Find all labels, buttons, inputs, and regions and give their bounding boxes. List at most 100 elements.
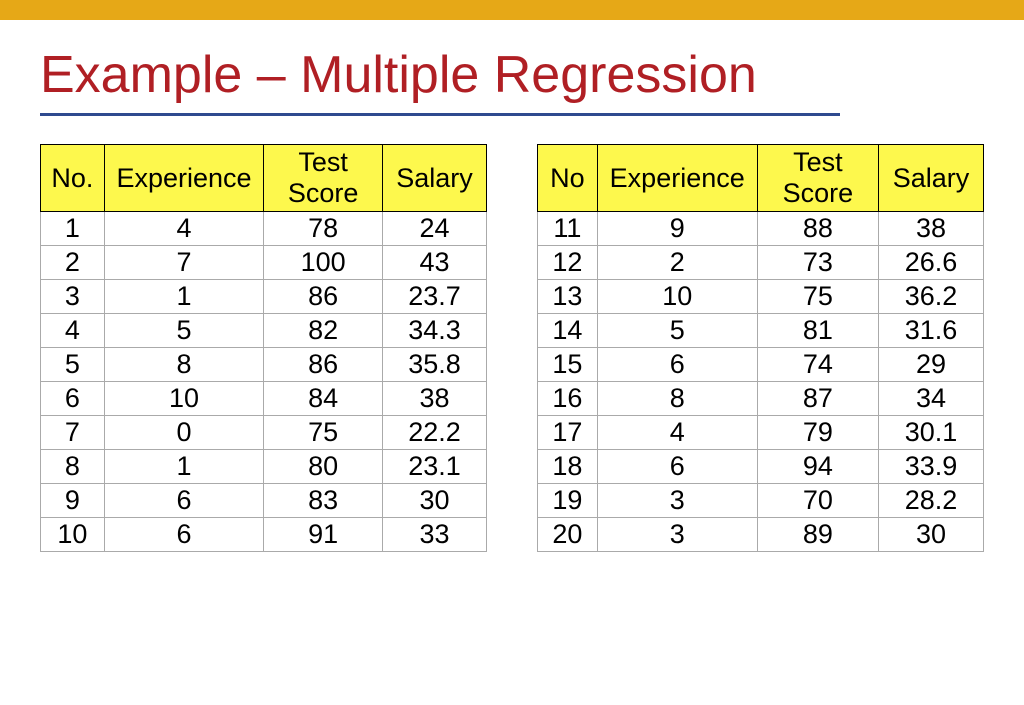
cell-salary: 38 bbox=[879, 212, 984, 246]
cell-salary: 23.1 bbox=[382, 450, 486, 484]
cell-salary: 34 bbox=[879, 382, 984, 416]
cell-experience: 0 bbox=[104, 416, 263, 450]
header-no: No. bbox=[41, 145, 105, 212]
cell-experience: 3 bbox=[597, 484, 757, 518]
cell-test-score: 78 bbox=[264, 212, 383, 246]
cell-no: 12 bbox=[538, 246, 598, 280]
cell-experience: 5 bbox=[104, 314, 263, 348]
table-row: 1688734 bbox=[538, 382, 984, 416]
table-row: 818023.1 bbox=[41, 450, 487, 484]
cell-experience: 6 bbox=[597, 348, 757, 382]
table-row: 1227326.6 bbox=[538, 246, 984, 280]
cell-salary: 31.6 bbox=[879, 314, 984, 348]
cell-no: 2 bbox=[41, 246, 105, 280]
cell-test-score: 80 bbox=[264, 450, 383, 484]
cell-salary: 29 bbox=[879, 348, 984, 382]
table-row: 1937028.2 bbox=[538, 484, 984, 518]
cell-no: 13 bbox=[538, 280, 598, 314]
cell-no: 5 bbox=[41, 348, 105, 382]
cell-test-score: 83 bbox=[264, 484, 383, 518]
cell-experience: 8 bbox=[104, 348, 263, 382]
table-row: 1198838 bbox=[538, 212, 984, 246]
title-underline bbox=[40, 113, 840, 116]
cell-salary: 38 bbox=[382, 382, 486, 416]
header-experience: Experience bbox=[104, 145, 263, 212]
cell-test-score: 74 bbox=[757, 348, 878, 382]
table-body-right: 11988381227326.613107536.21458131.615674… bbox=[538, 212, 984, 552]
cell-salary: 35.8 bbox=[382, 348, 486, 382]
cell-test-score: 87 bbox=[757, 382, 878, 416]
table-row: 707522.2 bbox=[41, 416, 487, 450]
cell-test-score: 94 bbox=[757, 450, 878, 484]
table-row: 1567429 bbox=[538, 348, 984, 382]
table-body-left: 1478242710043318623.7458234.3588635.8610… bbox=[41, 212, 487, 552]
cell-experience: 6 bbox=[104, 484, 263, 518]
cell-no: 8 bbox=[41, 450, 105, 484]
cell-no: 15 bbox=[538, 348, 598, 382]
table-row: 458234.3 bbox=[41, 314, 487, 348]
table-row: 2038930 bbox=[538, 518, 984, 552]
cell-salary: 28.2 bbox=[879, 484, 984, 518]
cell-salary: 30 bbox=[382, 484, 486, 518]
table-row: 147824 bbox=[41, 212, 487, 246]
cell-test-score: 81 bbox=[757, 314, 878, 348]
cell-salary: 23.7 bbox=[382, 280, 486, 314]
cell-salary: 22.2 bbox=[382, 416, 486, 450]
header-test-score: Test Score bbox=[757, 145, 878, 212]
cell-no: 7 bbox=[41, 416, 105, 450]
tables-container: No. Experience Test Score Salary 1478242… bbox=[40, 144, 984, 552]
cell-no: 6 bbox=[41, 382, 105, 416]
cell-test-score: 75 bbox=[264, 416, 383, 450]
accent-bar bbox=[0, 0, 1024, 20]
cell-no: 1 bbox=[41, 212, 105, 246]
cell-test-score: 79 bbox=[757, 416, 878, 450]
cell-test-score: 70 bbox=[757, 484, 878, 518]
cell-salary: 33 bbox=[382, 518, 486, 552]
cell-salary: 43 bbox=[382, 246, 486, 280]
table-row: 13107536.2 bbox=[538, 280, 984, 314]
table-row: 1069133 bbox=[41, 518, 487, 552]
cell-experience: 7 bbox=[104, 246, 263, 280]
cell-salary: 36.2 bbox=[879, 280, 984, 314]
cell-test-score: 86 bbox=[264, 280, 383, 314]
cell-salary: 33.9 bbox=[879, 450, 984, 484]
cell-experience: 6 bbox=[597, 450, 757, 484]
cell-experience: 3 bbox=[597, 518, 757, 552]
cell-test-score: 89 bbox=[757, 518, 878, 552]
cell-no: 20 bbox=[538, 518, 598, 552]
data-table-right: No Experience Test Score Salary 11988381… bbox=[537, 144, 984, 552]
table-header-row: No. Experience Test Score Salary bbox=[41, 145, 487, 212]
cell-no: 18 bbox=[538, 450, 598, 484]
table-row: 318623.7 bbox=[41, 280, 487, 314]
table-row: 6108438 bbox=[41, 382, 487, 416]
cell-no: 17 bbox=[538, 416, 598, 450]
slide-content: Example – Multiple Regression No. Experi… bbox=[0, 20, 1024, 552]
cell-salary: 30 bbox=[879, 518, 984, 552]
header-salary: Salary bbox=[382, 145, 486, 212]
cell-no: 16 bbox=[538, 382, 598, 416]
cell-test-score: 82 bbox=[264, 314, 383, 348]
cell-no: 10 bbox=[41, 518, 105, 552]
table-row: 588635.8 bbox=[41, 348, 487, 382]
cell-salary: 34.3 bbox=[382, 314, 486, 348]
header-experience: Experience bbox=[597, 145, 757, 212]
cell-experience: 10 bbox=[597, 280, 757, 314]
cell-test-score: 86 bbox=[264, 348, 383, 382]
cell-experience: 1 bbox=[104, 450, 263, 484]
cell-experience: 4 bbox=[104, 212, 263, 246]
cell-experience: 2 bbox=[597, 246, 757, 280]
cell-experience: 8 bbox=[597, 382, 757, 416]
table-row: 2710043 bbox=[41, 246, 487, 280]
cell-test-score: 100 bbox=[264, 246, 383, 280]
header-test-score: Test Score bbox=[264, 145, 383, 212]
cell-experience: 1 bbox=[104, 280, 263, 314]
cell-experience: 5 bbox=[597, 314, 757, 348]
cell-test-score: 88 bbox=[757, 212, 878, 246]
header-salary: Salary bbox=[879, 145, 984, 212]
cell-experience: 4 bbox=[597, 416, 757, 450]
cell-salary: 30.1 bbox=[879, 416, 984, 450]
data-table-left: No. Experience Test Score Salary 1478242… bbox=[40, 144, 487, 552]
cell-no: 19 bbox=[538, 484, 598, 518]
cell-no: 3 bbox=[41, 280, 105, 314]
cell-no: 14 bbox=[538, 314, 598, 348]
